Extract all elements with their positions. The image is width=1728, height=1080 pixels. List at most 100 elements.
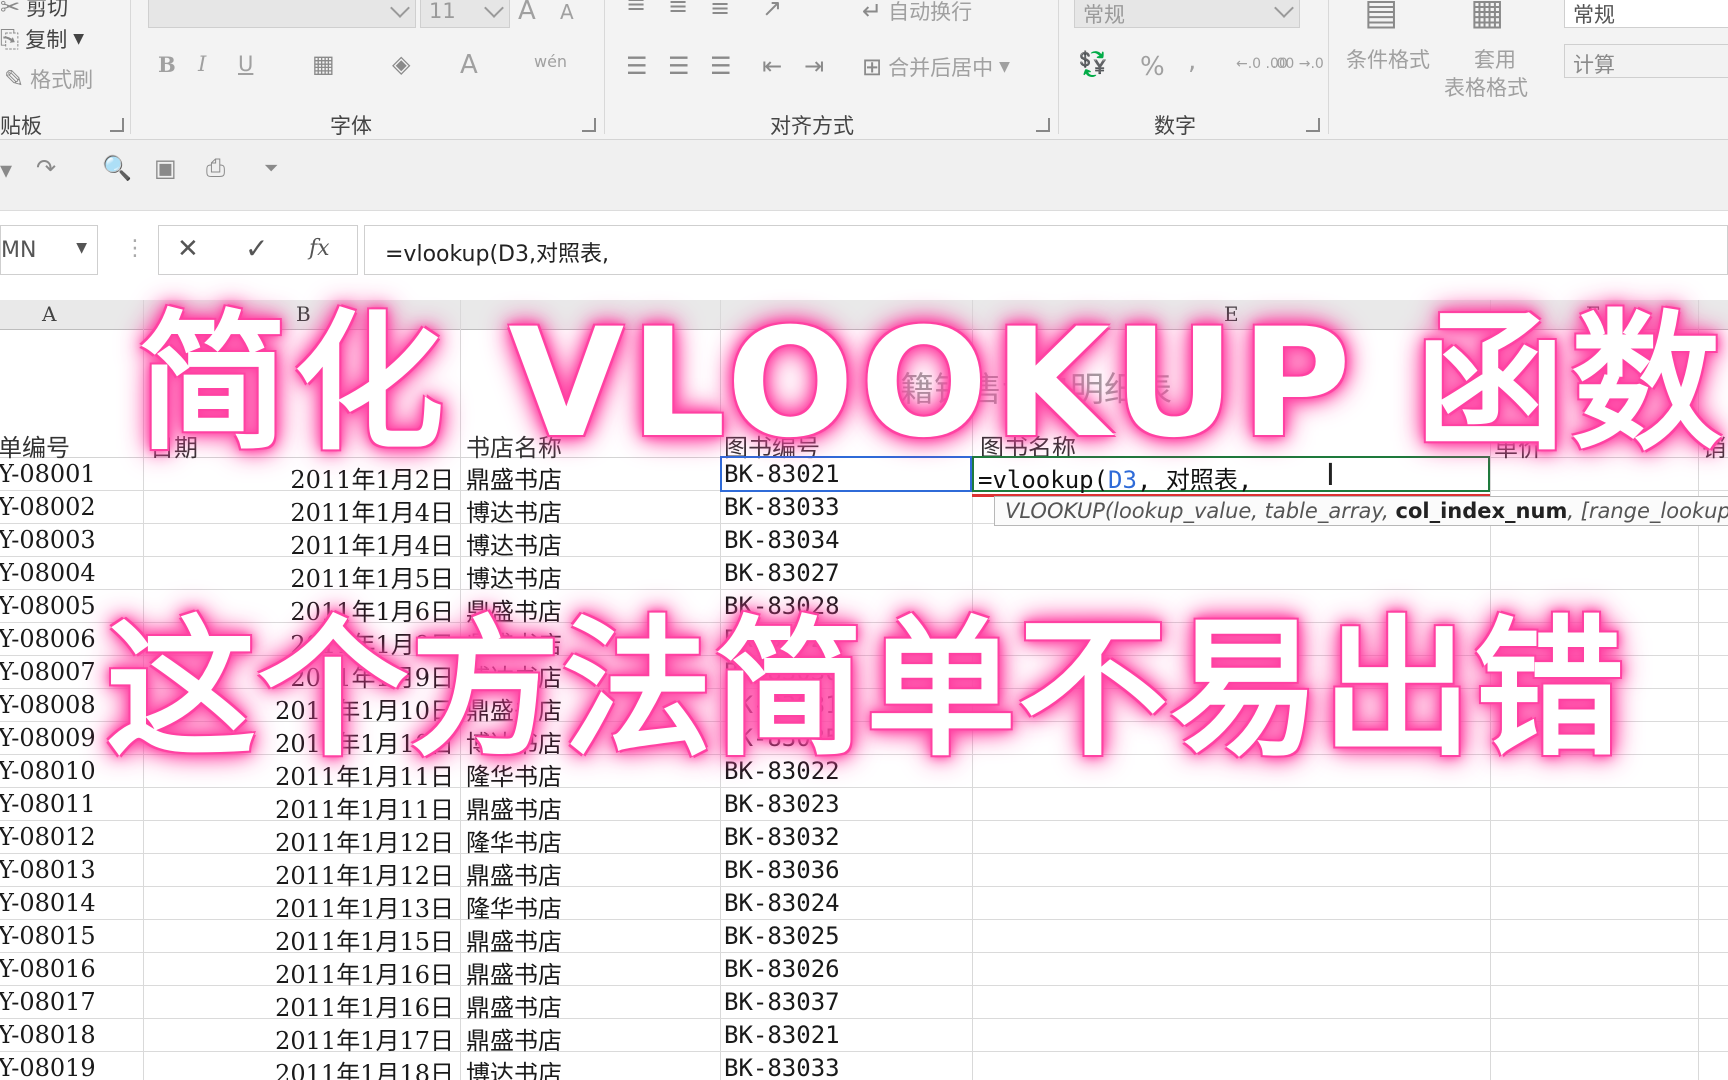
- column-header-a[interactable]: A: [42, 302, 56, 326]
- align-center-button[interactable]: ☰: [668, 52, 690, 80]
- cell-order-no[interactable]: Y-08012: [0, 823, 96, 851]
- cut-button[interactable]: ✂ 剪切: [0, 0, 68, 22]
- function-tooltip[interactable]: VLOOKUP(lookup_value, table_array, col_i…: [994, 496, 1728, 526]
- cell-date[interactable]: 2011年1月11日: [275, 790, 454, 825]
- cell-date[interactable]: 2011年1月16日: [275, 955, 454, 990]
- font-size-combo[interactable]: 11: [420, 0, 510, 28]
- cell-order-no[interactable]: Y-08001: [0, 460, 96, 488]
- cell-book-code[interactable]: BK-83023: [724, 790, 840, 818]
- quick-tool-button-2[interactable]: ⎙: [206, 154, 225, 182]
- underline-button[interactable]: U: [238, 52, 253, 76]
- font-color-button[interactable]: A: [460, 50, 478, 80]
- decrease-decimal-button[interactable]: .00 →.0: [1272, 56, 1324, 72]
- undo-button[interactable]: ▾: [0, 156, 12, 184]
- cell-book-code[interactable]: BK-83036: [724, 856, 840, 884]
- customize-toolbar-button[interactable]: ⏷: [264, 158, 278, 179]
- orientation-button[interactable]: ↗: [762, 0, 782, 22]
- merge-center-button[interactable]: ⊞ 合并后居中 ▼: [862, 52, 1010, 82]
- accounting-format-button[interactable]: 💱: [1078, 50, 1108, 78]
- cell-order-no[interactable]: Y-08011: [0, 790, 96, 818]
- cell-store[interactable]: 鼎盛书店: [466, 790, 562, 825]
- cell-store[interactable]: 博达书店: [466, 526, 562, 561]
- italic-button[interactable]: I: [198, 52, 206, 76]
- cell-order-no[interactable]: Y-08005: [0, 592, 96, 620]
- cell-date[interactable]: 2011年1月15日: [275, 922, 454, 957]
- cell-book-code[interactable]: BK-83021: [724, 1021, 840, 1049]
- cell-date[interactable]: 2011年1月4日: [290, 526, 454, 561]
- cell-date[interactable]: 2011年1月12日: [275, 856, 454, 891]
- cell-book-code[interactable]: BK-83037: [724, 988, 840, 1016]
- alignment-launcher[interactable]: [1036, 118, 1050, 132]
- insert-function-button[interactable]: fx: [309, 236, 330, 261]
- cell-order-no[interactable]: Y-08003: [0, 526, 96, 554]
- format-painter-button[interactable]: ✎ 格式刷: [4, 64, 93, 94]
- cell-store[interactable]: 鼎盛书店: [466, 922, 562, 957]
- font-name-combo[interactable]: [148, 0, 416, 28]
- cell-date[interactable]: 2011年1月13日: [275, 889, 454, 924]
- cell-date[interactable]: 2011年1月18日: [275, 1054, 454, 1080]
- border-button[interactable]: ▦: [312, 50, 335, 78]
- increase-indent-button[interactable]: ⇥: [804, 52, 824, 80]
- cell-book-code[interactable]: BK-83024: [724, 889, 840, 917]
- cell-order-no[interactable]: Y-08015: [0, 922, 96, 950]
- cell-order-no[interactable]: Y-08009: [0, 724, 96, 752]
- cell-book-code[interactable]: BK-83034: [724, 526, 840, 554]
- cell-order-no[interactable]: Y-08016: [0, 955, 96, 983]
- cell-order-no[interactable]: Y-08010: [0, 757, 96, 785]
- cell-store[interactable]: 博达书店: [466, 493, 562, 528]
- align-middle-button[interactable]: ≡: [668, 0, 688, 20]
- align-bottom-button[interactable]: ≡: [710, 0, 730, 22]
- cancel-button[interactable]: ✕: [177, 234, 199, 264]
- cell-book-code[interactable]: BK-83026: [724, 955, 840, 983]
- cell-book-code[interactable]: BK-83025: [724, 922, 840, 950]
- cell-order-no[interactable]: Y-08018: [0, 1021, 96, 1049]
- cell-order-no[interactable]: Y-08013: [0, 856, 96, 884]
- name-box[interactable]: MN ▼: [0, 225, 98, 275]
- cell-order-no[interactable]: Y-08006: [0, 625, 96, 653]
- cell-date[interactable]: 2011年1月16日: [275, 988, 454, 1023]
- comma-button[interactable]: ,: [1188, 46, 1196, 76]
- cell-order-no[interactable]: Y-08019: [0, 1054, 96, 1080]
- font-launcher[interactable]: [582, 118, 596, 132]
- conditional-format-button[interactable]: 条件格式: [1346, 44, 1430, 74]
- style-calculation[interactable]: 计算: [1564, 44, 1728, 78]
- format-as-table-button-line2[interactable]: 表格格式: [1444, 72, 1528, 102]
- cell-order-no[interactable]: Y-08007: [0, 658, 96, 686]
- cell-order-no[interactable]: Y-08002: [0, 493, 96, 521]
- phonetic-button[interactable]: wén: [534, 52, 567, 71]
- cell-order-no[interactable]: Y-08004: [0, 559, 96, 587]
- enter-button[interactable]: ✓: [245, 232, 268, 265]
- cell-book-code[interactable]: BK-83033: [724, 493, 840, 521]
- align-top-button[interactable]: ≡: [626, 0, 646, 18]
- print-preview-button[interactable]: 🔍: [102, 154, 132, 182]
- align-left-button[interactable]: ☰: [626, 52, 648, 80]
- cell-order-no[interactable]: Y-08017: [0, 988, 96, 1016]
- cell-date[interactable]: 2011年1月12日: [275, 823, 454, 858]
- bold-button[interactable]: B: [158, 52, 176, 77]
- cell-store[interactable]: 鼎盛书店: [466, 955, 562, 990]
- cell-store[interactable]: 鼎盛书店: [466, 856, 562, 891]
- cell-book-code[interactable]: BK-83032: [724, 823, 840, 851]
- cell-order-no[interactable]: Y-08014: [0, 889, 96, 917]
- cell-store[interactable]: 隆华书店: [466, 889, 562, 924]
- decrease-indent-button[interactable]: ⇤: [762, 52, 782, 80]
- percent-button[interactable]: %: [1140, 52, 1165, 82]
- cell-book-code[interactable]: BK-83033: [724, 1054, 840, 1080]
- shrink-font-button[interactable]: A: [560, 0, 574, 24]
- number-format-combo[interactable]: 常规: [1074, 0, 1300, 28]
- redo-button[interactable]: ↷: [36, 154, 56, 182]
- format-as-table-button[interactable]: 套用: [1474, 44, 1516, 74]
- wrap-text-button[interactable]: ↵ 自动换行: [862, 0, 972, 26]
- number-launcher[interactable]: [1306, 118, 1320, 132]
- align-right-button[interactable]: ☰: [710, 52, 732, 80]
- cell-store[interactable]: 鼎盛书店: [466, 1021, 562, 1056]
- quick-tool-button[interactable]: ▣: [154, 154, 177, 182]
- cell-store[interactable]: 鼎盛书店: [466, 988, 562, 1023]
- style-normal[interactable]: 常规: [1564, 0, 1728, 28]
- cell-store[interactable]: 隆华书店: [466, 823, 562, 858]
- grow-font-button[interactable]: A: [518, 0, 536, 26]
- copy-button[interactable]: ⎘ 复制 ▼: [0, 24, 84, 54]
- fill-color-button[interactable]: ◈: [392, 50, 410, 78]
- cell-date[interactable]: 2011年1月4日: [290, 493, 454, 528]
- cell-store[interactable]: 博达书店: [466, 1054, 562, 1080]
